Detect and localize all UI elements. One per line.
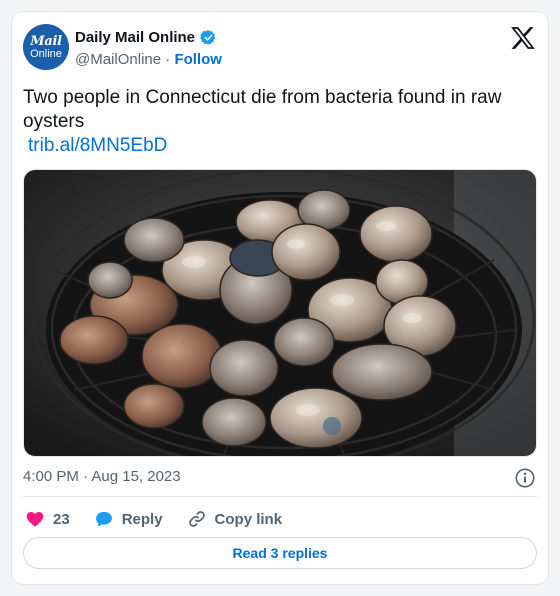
avatar[interactable]: Mail Online bbox=[23, 24, 69, 70]
link-icon bbox=[188, 511, 205, 527]
avatar-text-online: Online bbox=[30, 47, 62, 60]
tweet-text: Two people in Connecticut die from bacte… bbox=[23, 87, 502, 132]
oyster-basket-photo bbox=[24, 170, 536, 456]
action-bar: 23 Reply Copy link bbox=[23, 508, 282, 530]
reply-button[interactable]: Reply bbox=[94, 509, 163, 529]
follow-button[interactable]: Follow bbox=[174, 51, 222, 68]
copy-link-label: Copy link bbox=[214, 510, 283, 528]
verified-badge-icon bbox=[200, 30, 216, 45]
x-logo-icon[interactable] bbox=[510, 26, 536, 50]
author-name-row: Daily Mail Online bbox=[75, 29, 217, 46]
copy-link-button[interactable]: Copy link bbox=[187, 509, 283, 529]
reply-bubble-icon bbox=[95, 511, 112, 527]
heart-icon bbox=[26, 512, 44, 527]
tweet-media-image[interactable] bbox=[23, 169, 537, 457]
tweet-text-block: Two people in Connecticut die from bacte… bbox=[23, 86, 533, 158]
read-replies-button[interactable]: Read 3 replies bbox=[23, 537, 537, 569]
like-count: 23 bbox=[53, 510, 70, 528]
tweet-link[interactable]: trib.al/8MN5EbD bbox=[28, 134, 533, 158]
tweet-timestamp[interactable]: 4:00 PM · Aug 15, 2023 bbox=[23, 468, 181, 485]
like-button[interactable]: 23 bbox=[25, 509, 70, 529]
info-icon[interactable] bbox=[514, 467, 536, 489]
divider bbox=[23, 496, 537, 497]
reply-label: Reply bbox=[121, 510, 163, 528]
author-handle[interactable]: @MailOnline bbox=[75, 51, 161, 68]
separator-dot: · bbox=[165, 51, 171, 68]
author-handle-row: @MailOnline · Follow bbox=[75, 51, 222, 68]
avatar-text-mail: Mail bbox=[30, 33, 62, 49]
author-name[interactable]: Daily Mail Online bbox=[75, 29, 195, 46]
tweet-card: Mail Online Daily Mail Online @MailOnlin… bbox=[11, 11, 549, 585]
